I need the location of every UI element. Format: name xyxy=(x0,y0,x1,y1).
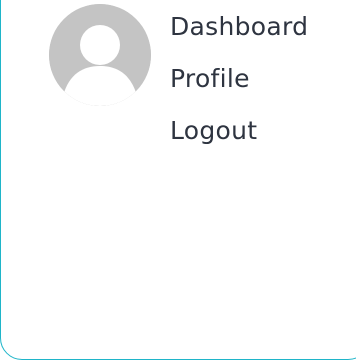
menu-item-logout[interactable]: Logout xyxy=(170,112,308,164)
menu-item-dashboard[interactable]: Dashboard xyxy=(170,8,308,60)
avatar-silhouette xyxy=(49,4,151,106)
user-menu: Dashboard Profile Logout xyxy=(170,8,308,164)
menu-item-profile[interactable]: Profile xyxy=(170,60,308,112)
user-avatar-icon xyxy=(49,4,151,106)
